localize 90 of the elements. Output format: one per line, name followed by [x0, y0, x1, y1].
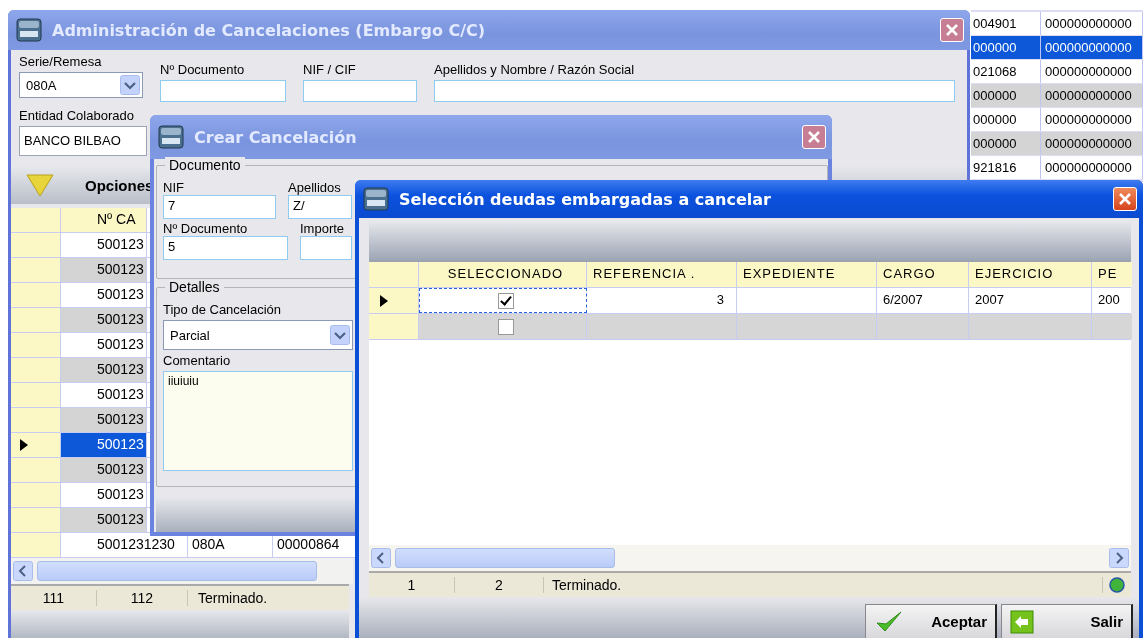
scrollbar-thumb[interactable]: [37, 561, 317, 581]
column-header[interactable]: SELECCIONADO: [419, 262, 587, 287]
field-label: Tipo de Cancelación: [163, 302, 283, 317]
scroll-right-icon[interactable]: [1109, 548, 1129, 568]
scrollbar-thumb[interactable]: [395, 548, 615, 568]
dialog-button[interactable]: Salir: [1001, 604, 1133, 638]
status-text: Terminado.: [544, 577, 1103, 593]
row-pointer-icon: [379, 293, 389, 308]
close-icon: [945, 23, 959, 37]
column-header[interactable]: Nº CA: [61, 208, 147, 232]
table-cell: 500123: [61, 458, 147, 482]
status-text: 2: [455, 577, 544, 593]
window-title: Selección deudas embargadas a cancelar: [399, 189, 771, 209]
scroll-left-icon[interactable]: [371, 548, 391, 568]
table-cell: 500123: [61, 308, 147, 332]
field-label: Serie/Remesa: [19, 54, 103, 69]
table-cell: 921816: [971, 156, 1041, 179]
input-field[interactable]: [303, 80, 417, 102]
triangle-icon: [25, 172, 55, 198]
checkbox[interactable]: [497, 318, 514, 335]
close-button[interactable]: [802, 125, 826, 149]
options-label[interactable]: Opciones: [85, 176, 154, 194]
table-cell: 000000000000: [1041, 84, 1143, 107]
field-label: NIF: [163, 180, 185, 195]
input-field[interactable]: 7: [163, 195, 276, 219]
scroll-left-icon[interactable]: [13, 561, 33, 581]
dialog-button[interactable]: Aceptar: [865, 604, 997, 638]
app-icon: [363, 187, 389, 211]
table-cell: 2007: [969, 288, 1092, 313]
table-cell: 500123: [61, 358, 147, 382]
field-label: Nº Documento: [160, 62, 246, 77]
table-cell-text: 200: [1097, 291, 1121, 309]
horizontal-scrollbar[interactable]: [369, 545, 1131, 571]
table-cell: 3: [587, 288, 737, 313]
table-cell: 004901: [971, 12, 1041, 35]
table-cell: 000000000000: [1041, 108, 1143, 131]
group-label: Documento: [165, 157, 245, 173]
window-title: Administración de Cancelaciones (Embargo C/C): [52, 20, 486, 40]
table-cell: 000000000000: [1041, 156, 1143, 179]
window-title: Crear Cancelación: [194, 127, 357, 147]
column-header[interactable]: CARGO: [877, 262, 969, 287]
table-cell: 500123: [61, 508, 147, 532]
table-cell: 000000000000: [1041, 36, 1143, 59]
table-cell: 000000000000: [1041, 60, 1143, 83]
table-cell: 000000000000: [1041, 132, 1143, 155]
column-header[interactable]: PE: [1092, 262, 1132, 287]
field-label: Importe: [300, 221, 346, 236]
input-field[interactable]: [300, 236, 352, 260]
horizontal-scrollbar[interactable]: [11, 558, 353, 584]
field-label: NIF / CIF: [303, 62, 357, 77]
table-cell: 021068: [971, 60, 1041, 83]
column-header[interactable]: EXPEDIENTE: [737, 262, 877, 287]
field-label: Entidad Colaborado: [19, 108, 135, 123]
dropdown[interactable]: Parcial: [163, 320, 353, 350]
input-field[interactable]: 5: [163, 236, 288, 260]
table-cell: 500123: [61, 433, 147, 457]
input-field[interactable]: [434, 80, 955, 102]
input-field[interactable]: Z/: [288, 195, 352, 219]
status-text: Terminado.: [197, 590, 268, 606]
close-icon: [1118, 192, 1132, 206]
table-cell: 000000000000: [1041, 12, 1143, 35]
checkbox[interactable]: [498, 292, 514, 309]
status-text: 112: [97, 590, 188, 606]
input-field[interactable]: [160, 80, 286, 102]
table-cell: 000000: [971, 84, 1041, 107]
row-pointer-icon: [19, 438, 29, 452]
dropdown[interactable]: 080A: [19, 72, 143, 98]
table-cell: 000000: [971, 36, 1041, 59]
table-cell: 6/2007: [877, 288, 969, 313]
input-field[interactable]: BANCO BILBAO: [19, 126, 147, 156]
field-label: Nº Documento: [163, 221, 249, 236]
table-cell: 000000: [971, 108, 1041, 131]
close-button[interactable]: [940, 18, 964, 42]
field-label: Comentario: [163, 353, 232, 368]
comment-field[interactable]: iiuiuiu: [163, 371, 353, 471]
status-text: 111: [11, 590, 97, 606]
close-button[interactable]: [1113, 187, 1137, 211]
table-cell: 500123: [61, 408, 147, 432]
table-cell: 000000: [971, 132, 1041, 155]
group-label: Detalles: [165, 279, 224, 295]
status-text: 1: [369, 577, 455, 593]
status-light-icon: [1109, 577, 1125, 593]
field-label: Apellidos: [288, 180, 342, 195]
column-header[interactable]: EJERCICIO: [969, 262, 1092, 287]
close-icon: [807, 130, 821, 144]
table-cell: 500123: [61, 258, 147, 282]
column-header[interactable]: REFERENCIA .: [587, 262, 737, 287]
app-icon: [158, 125, 184, 149]
field-label: Apellidos y Nombre / Razón Social: [434, 62, 636, 77]
app-icon: [16, 18, 42, 42]
